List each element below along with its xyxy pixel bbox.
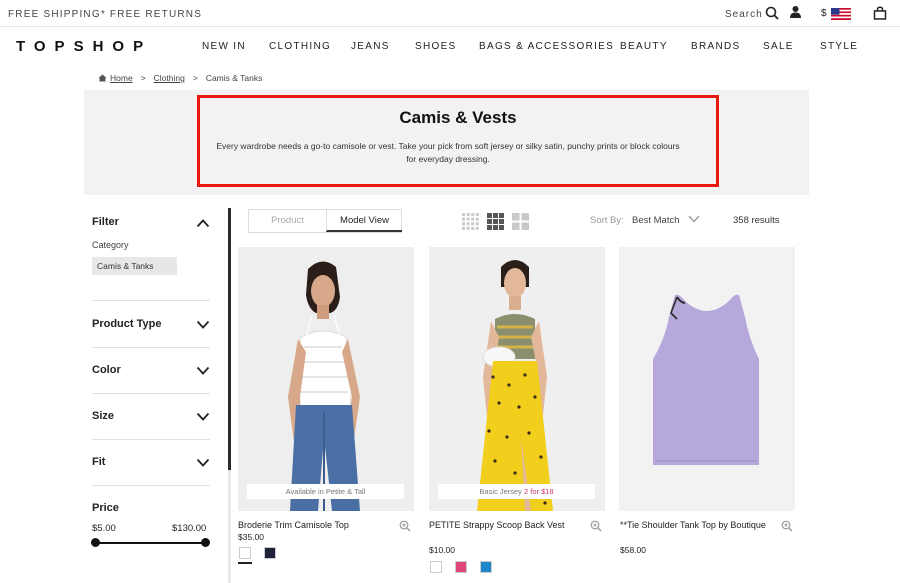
category-description: Every wardrobe needs a go-to camisole or… xyxy=(216,141,680,164)
chevron-down-icon[interactable] xyxy=(196,320,210,330)
price-max: $130.00 xyxy=(172,523,207,534)
quick-view-zoom-icon[interactable] xyxy=(399,520,411,532)
chevron-down-icon[interactable] xyxy=(688,215,700,223)
search-icon[interactable] xyxy=(765,6,779,20)
nav-brands[interactable]: BRANDS xyxy=(691,41,740,52)
nav-sale[interactable]: SALE xyxy=(763,41,794,52)
breadcrumb-separator: > xyxy=(192,73,198,83)
search-label[interactable]: Search xyxy=(725,9,763,20)
facet-product-type[interactable]: Product Type xyxy=(92,318,161,330)
nav-shoes[interactable]: SHOES xyxy=(415,41,457,52)
facet-price: Price xyxy=(92,502,119,514)
product-price: $10.00 xyxy=(429,545,455,555)
product-image[interactable] xyxy=(619,247,795,511)
results-count: 358 results xyxy=(733,215,780,226)
breadcrumb-separator: > xyxy=(140,73,146,83)
nav-beauty[interactable]: BEAUTY xyxy=(620,41,668,52)
model-petite-strappy-vest-image xyxy=(429,247,605,511)
us-flag-icon[interactable] xyxy=(831,8,851,20)
category-chip-camis-tanks[interactable]: Camis & Tanks xyxy=(92,257,177,275)
divider xyxy=(92,393,210,394)
grid-2-columns-icon[interactable] xyxy=(512,213,529,230)
badge-text: Basic Jersey xyxy=(479,487,522,496)
sidebar-scrollbar-thumb[interactable] xyxy=(228,208,231,470)
sort-dropdown[interactable]: Best Match xyxy=(632,215,680,226)
breadcrumb-home[interactable]: Home xyxy=(110,73,133,83)
facet-fit[interactable]: Fit xyxy=(92,456,105,468)
quick-view-zoom-icon[interactable] xyxy=(590,520,602,532)
divider xyxy=(92,485,210,486)
price-slider-track[interactable] xyxy=(95,542,206,544)
breadcrumb-clothing[interactable]: Clothing xyxy=(154,73,185,83)
color-swatch-white[interactable] xyxy=(430,561,442,573)
product-badge: Available in Petite & Tall xyxy=(247,484,404,499)
category-title: Camis & Vests xyxy=(399,108,517,127)
divider xyxy=(92,347,210,348)
chevron-up-icon[interactable] xyxy=(196,218,210,228)
product-name[interactable]: Broderie Trim Camisole Top xyxy=(238,519,388,532)
filter-heading[interactable]: Filter xyxy=(92,216,119,228)
shopping-bag-icon[interactable] xyxy=(873,6,887,20)
account-icon[interactable] xyxy=(789,5,802,19)
nav-clothing[interactable]: CLOTHING xyxy=(269,41,331,52)
color-swatch-pink[interactable] xyxy=(455,561,467,573)
product-image[interactable] xyxy=(429,247,605,511)
utility-bar: FREE SHIPPING* FREE RETURNS Search $ xyxy=(0,0,900,27)
price-slider-min-handle[interactable] xyxy=(91,538,100,547)
color-swatch-blue[interactable] xyxy=(480,561,492,573)
model-broderie-camisole-image xyxy=(238,247,414,511)
grid-4-columns-icon[interactable] xyxy=(462,213,479,230)
topshop-logo[interactable]: TOPSHOP xyxy=(16,38,152,55)
view-toggle: Product Model View xyxy=(248,209,402,233)
nav-style[interactable]: STYLE xyxy=(820,41,858,52)
model-view-button[interactable]: Model View xyxy=(326,210,402,232)
breadcrumb-current: Camis & Tanks xyxy=(205,73,263,83)
color-swatch-navy[interactable] xyxy=(264,547,276,559)
nav-bags-accessories[interactable]: BAGS & ACCESSORIES xyxy=(479,41,614,52)
chevron-down-icon[interactable] xyxy=(196,366,210,376)
chevron-down-icon[interactable] xyxy=(196,458,210,468)
selected-swatch-indicator xyxy=(238,562,252,564)
breadcrumb: Home > Clothing > Camis & Tanks xyxy=(98,73,262,83)
divider xyxy=(92,439,210,440)
home-icon xyxy=(98,74,107,82)
facet-color[interactable]: Color xyxy=(92,364,121,376)
currency-symbol[interactable]: $ xyxy=(821,8,827,19)
product-badge: Basic Jersey 2 for $18 xyxy=(438,484,595,499)
lilac-tank-top-image xyxy=(619,247,795,511)
grid-3-columns-icon[interactable] xyxy=(487,213,504,230)
chevron-down-icon[interactable] xyxy=(196,412,210,422)
quick-view-zoom-icon[interactable] xyxy=(781,520,793,532)
divider xyxy=(92,300,210,301)
nav-jeans[interactable]: JEANS xyxy=(351,41,390,52)
product-price: $58.00 xyxy=(620,545,646,555)
color-swatch-white[interactable] xyxy=(239,547,251,559)
product-view-button[interactable]: Product xyxy=(249,210,326,232)
product-name[interactable]: **Tie Shoulder Tank Top by Boutique xyxy=(620,519,770,532)
free-shipping-message[interactable]: FREE SHIPPING* FREE RETURNS xyxy=(8,9,202,20)
product-price: $35.00 xyxy=(238,532,264,542)
sort-by-label: Sort By: xyxy=(590,215,624,226)
badge-offer[interactable]: 2 for $18 xyxy=(524,487,554,496)
product-image[interactable] xyxy=(238,247,414,511)
facet-size[interactable]: Size xyxy=(92,410,114,422)
nav-new-in[interactable]: NEW IN xyxy=(202,41,246,52)
product-name[interactable]: PETITE Strappy Scoop Back Vest xyxy=(429,519,579,532)
price-slider-max-handle[interactable] xyxy=(201,538,210,547)
price-min: $5.00 xyxy=(92,523,116,534)
category-label: Category xyxy=(92,240,129,250)
